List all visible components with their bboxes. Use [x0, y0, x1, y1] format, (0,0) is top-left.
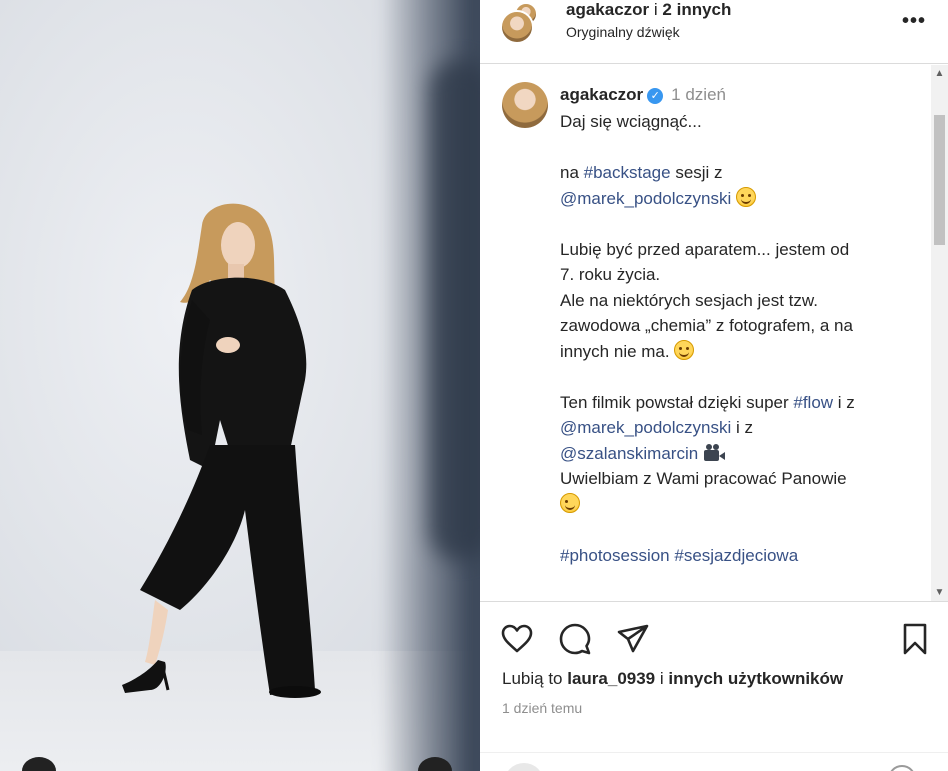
- post-actions: Lubią to laura_0939 i innych użytkownikó…: [480, 601, 948, 771]
- caption-username[interactable]: agakaczor: [560, 85, 643, 104]
- caption-text-part: innych nie ma.: [560, 341, 670, 361]
- likes-prefix: Lubią to: [502, 669, 568, 688]
- caption-line: innych nie ma.: [560, 339, 920, 365]
- caption-line: [560, 492, 920, 518]
- heart-icon[interactable]: [500, 622, 534, 656]
- comments-scrollbar[interactable]: ▲ ▼: [931, 65, 948, 601]
- likes-summary[interactable]: Lubią to laura_0939 i innych użytkownikó…: [502, 669, 843, 689]
- caption-text-part: sesji z: [670, 163, 723, 182]
- more-options-icon[interactable]: •••: [902, 10, 926, 33]
- hashtag-link[interactable]: #flow: [793, 393, 833, 412]
- hashtag-link[interactable]: #backstage: [584, 163, 671, 182]
- comment-icon[interactable]: [558, 622, 592, 656]
- caption-line: Ale na niektórych sesjach jest tzw.: [560, 290, 818, 310]
- caption-line: Daj się wciągnąć...: [560, 112, 702, 131]
- caption-line: #photosession #sesjazdjeciowa: [560, 543, 920, 569]
- caption-text: Daj się wciągnąć... na #backstage sesji …: [560, 109, 920, 568]
- caption-blank: [560, 364, 920, 390]
- header-separator: i: [653, 0, 658, 19]
- caption-blank: [560, 211, 920, 237]
- caption-line: Ten filmik powstał dzięki super #flow i …: [560, 390, 920, 416]
- caption-text-part: i z: [833, 392, 855, 412]
- caption-line: @marek_podolczynski i z: [560, 415, 920, 441]
- scroll-down-icon[interactable]: ▼: [931, 584, 948, 601]
- mention-link[interactable]: @marek_podolczynski: [560, 418, 731, 437]
- blurred-foreground-dark: [430, 60, 480, 560]
- likes-mid: i: [655, 669, 669, 688]
- caption-text-part: Ten filmik powstał dzięki super: [560, 392, 794, 412]
- caption-blank: [560, 517, 920, 543]
- caption-line: @szalanskimarcin: [560, 441, 920, 467]
- movie-camera-emoji-icon: [703, 443, 725, 462]
- scroll-up-icon[interactable]: ▲: [931, 65, 948, 82]
- verified-badge-icon: ✓: [647, 88, 664, 104]
- caption-blank: [560, 135, 920, 161]
- wink-emoji-icon: [560, 492, 580, 513]
- post-header: agakaczor i 2 innych Oryginalny dźwięk •…: [480, 0, 948, 64]
- caption-line: Lubię być przed aparatem... jestem od: [560, 239, 850, 259]
- post-media[interactable]: [0, 0, 480, 771]
- mention-link[interactable]: @szalanskimarcin: [560, 444, 698, 463]
- hashtag-link[interactable]: #photosession: [560, 546, 670, 565]
- audio-label[interactable]: Oryginalny dźwięk: [566, 24, 680, 40]
- hashtag-link[interactable]: #sesjazdjeciowa: [674, 546, 798, 565]
- caption-time[interactable]: 1 dzień: [671, 85, 726, 104]
- model-photo: [122, 203, 321, 698]
- caption-line: Uwielbiam z Wami pracować Panowie: [560, 469, 847, 488]
- caption-line: @marek_podolczynski: [560, 186, 920, 212]
- caption-text-part: na: [560, 163, 584, 182]
- caption-line: 7. roku życia.: [560, 265, 661, 284]
- likes-user[interactable]: laura_0939: [567, 669, 655, 688]
- comment-send-icon[interactable]: [888, 765, 916, 771]
- header-title: agakaczor i 2 innych: [566, 0, 731, 20]
- header-username[interactable]: agakaczor: [566, 0, 649, 19]
- emoji-picker-icon[interactable]: [504, 763, 544, 771]
- caption-text-part: i z: [731, 418, 754, 437]
- caption-line: na #backstage sesji z: [560, 160, 920, 186]
- avatar: [500, 10, 534, 44]
- caption-header: agakaczor ✓ 1 dzień: [560, 85, 726, 105]
- bookmark-icon[interactable]: [898, 622, 932, 656]
- add-comment-bar: [480, 752, 948, 771]
- smile-emoji-icon: [674, 339, 695, 360]
- scrollbar-thumb[interactable]: [934, 115, 945, 245]
- comments-area: agakaczor ✓ 1 dzień Daj się wciągnąć... na…: [480, 65, 948, 601]
- post-side-panel: agakaczor i 2 innych Oryginalny dźwięk •…: [480, 0, 948, 771]
- caption-line: zawodowa „chemia” z fotografem, a na: [560, 316, 853, 335]
- likes-others[interactable]: innych użytkowników: [668, 669, 843, 688]
- post-date[interactable]: 1 dzień temu: [502, 700, 582, 716]
- avatar-stack[interactable]: [500, 2, 540, 44]
- mention-link[interactable]: @marek_podolczynski: [560, 189, 731, 208]
- avatar[interactable]: [502, 82, 548, 128]
- share-icon[interactable]: [616, 622, 650, 656]
- header-others[interactable]: 2 innych: [662, 0, 731, 19]
- smile-emoji-icon: [736, 186, 757, 207]
